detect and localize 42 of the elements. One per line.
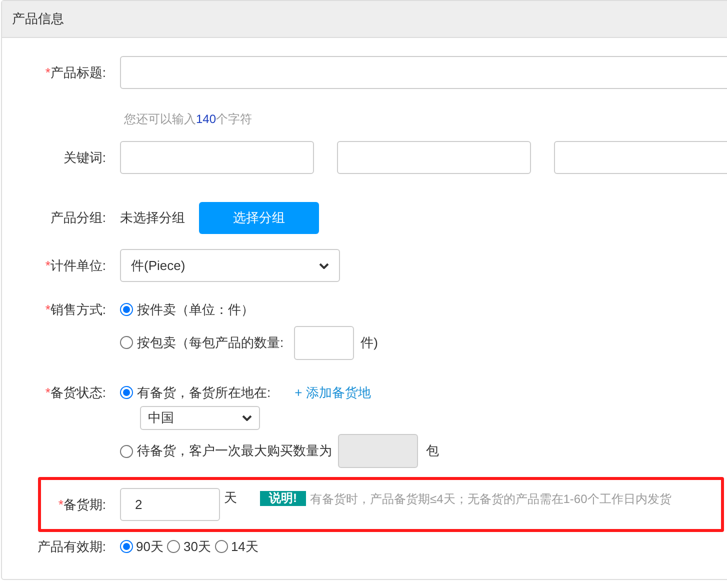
- option-label: 有备货，备货所在地在:: [137, 384, 271, 402]
- add-location-link[interactable]: + 添加备货地: [294, 382, 371, 402]
- unit-text: 包: [426, 442, 439, 460]
- title-input[interactable]: [120, 56, 727, 89]
- radio-button[interactable]: [120, 540, 133, 554]
- field-label: 产品分组:: [49, 209, 107, 228]
- option-label: 待备货，客户一次最大购买数量为: [137, 442, 332, 460]
- section-header: 产品信息: [2, 1, 727, 38]
- note-badge: 说明!: [260, 491, 306, 506]
- option-label: 90天: [136, 538, 164, 556]
- chevron-down-icon: [319, 262, 329, 268]
- radio-button[interactable]: [120, 444, 133, 458]
- radio-button[interactable]: [120, 336, 133, 349]
- option-label: 14天: [230, 538, 258, 556]
- option-label: 30天: [183, 538, 211, 556]
- radio-button[interactable]: [167, 540, 180, 554]
- field-label: *备货状态:: [44, 384, 107, 402]
- keyword-input[interactable]: [337, 141, 531, 174]
- field-label: *备货期:: [57, 496, 107, 514]
- unit-select[interactable]: 件(Piece): [120, 249, 340, 282]
- max-quantity-input[interactable]: [338, 434, 418, 468]
- field-label: *销售方式:: [44, 301, 107, 319]
- radio-button[interactable]: [214, 540, 228, 554]
- group-value: 未选择分组: [120, 209, 185, 228]
- option-label: 按包卖（每包产品的数量:: [137, 334, 284, 352]
- radio-button[interactable]: [120, 303, 133, 316]
- radio-button[interactable]: [120, 386, 133, 399]
- option-label: 按件卖（单位：件）: [137, 301, 254, 319]
- field-label: *计件单位:: [44, 256, 107, 275]
- keyword-input[interactable]: [554, 141, 727, 174]
- keyword-input[interactable]: [120, 141, 314, 174]
- lead-time-input[interactable]: 2: [120, 488, 220, 521]
- unit-text: 天: [224, 489, 237, 507]
- field-label: 关键词:: [62, 148, 107, 167]
- location-select[interactable]: 中国: [140, 406, 260, 430]
- field-label: *产品标题:: [44, 64, 107, 82]
- field-label: 产品有效期:: [36, 538, 107, 556]
- unit-text: 件): [360, 334, 378, 352]
- lead-time-note: 有备货时，产品备货期≤4天；无备货的产品需在1-60个工作日内发货: [310, 491, 672, 508]
- pack-quantity-input[interactable]: [294, 326, 354, 360]
- char-count-hint: 您还可以输入140个字符: [124, 111, 254, 128]
- chevron-down-icon: [242, 415, 252, 421]
